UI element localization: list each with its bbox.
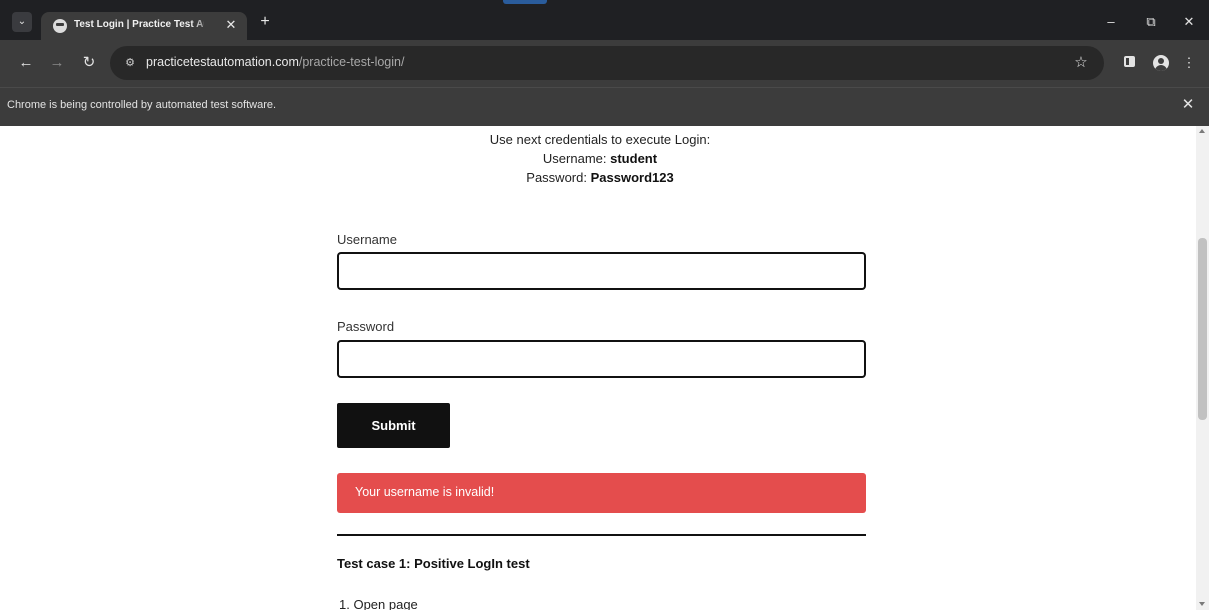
error-banner: Your username is invalid!	[337, 473, 866, 513]
credentials-password-label: Password:	[526, 170, 591, 185]
forward-icon[interactable]: →	[46, 52, 68, 74]
credentials-password: Password: Password123	[0, 170, 1196, 185]
infobar-message: Chrome is being controlled by automated …	[7, 99, 277, 111]
credentials-username-value: student	[610, 151, 658, 166]
favicon-icon	[53, 19, 67, 33]
url-host: practicetestautomation.com	[146, 55, 299, 69]
page-scrollbar[interactable]	[1196, 126, 1209, 610]
back-icon[interactable]: ←	[15, 52, 37, 74]
credentials-password-value: Password123	[590, 170, 674, 185]
username-label: Username	[337, 232, 397, 247]
tab-search-icon[interactable]: ⌄	[12, 12, 32, 32]
credentials-username-label: Username:	[542, 151, 611, 166]
list-item: 1. Open page	[339, 597, 418, 610]
browser-toolbar: ← → ↻ ⚙ practicetestautomation.com/pract…	[0, 40, 1209, 87]
side-panel-icon[interactable]	[1120, 52, 1142, 74]
automation-infobar: Chrome is being controlled by automated …	[0, 87, 1209, 126]
minimize-button[interactable]: –	[1100, 12, 1122, 32]
new-tab-icon[interactable]: +	[256, 13, 274, 31]
scroll-up-icon[interactable]	[1199, 129, 1205, 133]
restore-button[interactable]: ⧉	[1140, 12, 1162, 32]
address-bar[interactable]: ⚙ practicetestautomation.com/practice-te…	[110, 46, 1104, 80]
star-icon[interactable]: ☆	[1072, 54, 1090, 72]
credentials-intro: Use next credentials to execute Login:	[489, 132, 711, 147]
profile-icon[interactable]	[1150, 52, 1172, 74]
active-tab[interactable]: Test Login | Practice Test Automation ✕	[41, 12, 247, 40]
scroll-down-icon[interactable]	[1199, 602, 1205, 606]
url-text[interactable]: practicetestautomation.com/practice-test…	[146, 55, 404, 69]
password-label: Password	[337, 319, 395, 334]
menu-icon[interactable]: ⋮	[1178, 52, 1200, 74]
section-divider	[337, 534, 866, 536]
page-content: Use next credentials to execute Login: U…	[0, 126, 1196, 610]
tab-title-fade	[191, 17, 216, 35]
tab-group-accent	[503, 0, 547, 4]
tab-strip: ⌄ Test Login | Practice Test Automation …	[0, 0, 1209, 40]
error-message: Your username is invalid!	[355, 485, 495, 499]
credentials-username: Username: student	[0, 151, 1196, 166]
site-info-icon[interactable]: ⚙	[122, 55, 138, 71]
close-icon[interactable]: ✕	[223, 17, 239, 33]
reload-icon[interactable]: ↻	[78, 52, 100, 74]
password-input[interactable]	[337, 340, 866, 378]
close-icon[interactable]: ✕	[1180, 97, 1196, 113]
submit-button[interactable]: Submit	[337, 403, 450, 448]
username-input[interactable]	[337, 252, 866, 290]
window-close-button[interactable]: ✕	[1178, 12, 1200, 32]
url-path: /practice-test-login/	[298, 55, 405, 69]
scrollbar-thumb[interactable]	[1198, 238, 1207, 420]
tab-title: Test Login | Practice Test Automation	[74, 19, 204, 30]
test-case-heading: Test case 1: Positive LogIn test	[337, 556, 530, 571]
